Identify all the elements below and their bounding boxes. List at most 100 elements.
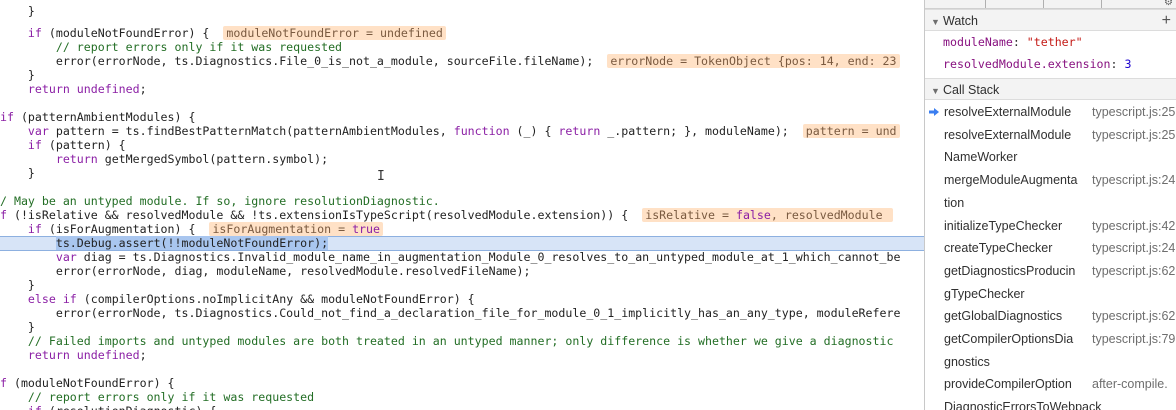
gear-icon[interactable]: ⚙: [1164, 0, 1173, 8]
code-token: if: [28, 404, 42, 410]
code-line[interactable]: return getMergedSymbol(pattern.symbol);: [0, 152, 328, 166]
code-token: return: [55, 152, 98, 166]
code-token: function: [453, 124, 510, 138]
watch-expression[interactable]: resolvedModule.extension: 3: [943, 54, 1131, 74]
expand-triangle-icon: ▼: [931, 17, 940, 27]
call-stack-frame[interactable]: gnostics: [925, 351, 1176, 373]
code-line[interactable]: error(errorNode, ts.Diagnostics.Could_no…: [0, 306, 901, 320]
code-line[interactable]: f (!isRelative && resolvedModule && !ts.…: [0, 208, 893, 222]
code-token: diag = ts.Diagnostics.Invalid_module_nam…: [76, 250, 901, 264]
call-stack-frame[interactable]: provideCompilerOption after-compile.: [925, 373, 1176, 395]
frame-function-name: tion: [944, 195, 965, 210]
frame-function-name: getCompilerOptionsDia: [944, 332, 1074, 346]
call-stack-frame[interactable]: gTypeChecker: [925, 283, 1176, 305]
code-line[interactable]: // Failed imports and untyped modules ar…: [0, 334, 894, 348]
code-token: var: [27, 124, 49, 138]
call-stack-frame[interactable]: initializeTypeChecker typescript.js:42: [925, 215, 1176, 237]
code-line[interactable]: }: [0, 68, 35, 82]
code-editor[interactable]: } if (moduleNotFoundError) { moduleNotFou…: [0, 0, 924, 410]
code-token: // report errors only if it was requeste…: [27, 390, 315, 404]
code-token: (_) {: [509, 124, 559, 138]
frame-location: after-compile.: [1092, 377, 1168, 392]
code-line[interactable]: f (moduleNotFoundError) {: [0, 376, 175, 390]
inline-value-text: isRelative =: [645, 208, 736, 222]
inline-value-text: true: [352, 222, 380, 236]
code-token: if: [27, 26, 42, 40]
code-token: f: [0, 208, 7, 222]
code-token: _.pattern; }, moduleName);: [600, 124, 789, 138]
code-line[interactable]: }: [0, 320, 35, 334]
code-line[interactable]: // report errors only if it was requeste…: [0, 40, 342, 54]
code-line[interactable]: if (isForAugmentation) {isForAugmentatio…: [0, 222, 383, 236]
code-line[interactable]: var pattern = ts.findBestPatternMatch(pa…: [0, 124, 900, 138]
code-line[interactable]: // report errors only if it was requeste…: [0, 390, 314, 404]
current-code-line[interactable]: ts.Debug.assert(!!moduleNotFoundError);: [0, 236, 924, 251]
call-stack-section-header[interactable]: ▼ Call Stack: [925, 78, 1176, 100]
code-line[interactable]: else if (compilerOptions.noImplicitAny &…: [0, 292, 475, 306]
code-token: ;: [139, 82, 147, 96]
code-line[interactable]: error(errorNode, diag, moduleName, resol…: [0, 264, 531, 278]
code-line[interactable]: }: [0, 166, 35, 180]
inline-value-annotation: isRelative = false, resolvedModule: [642, 208, 893, 222]
text-cursor-icon: I: [377, 169, 385, 184]
code-token: undefined: [76, 82, 140, 96]
code-line[interactable]: }: [0, 4, 35, 18]
code-token: pattern = ts.findBestPatternMatch(patter…: [48, 124, 454, 138]
inline-value-annotation: isForAugmentation = true: [209, 222, 383, 236]
code-token: f: [0, 376, 7, 390]
code-token: }: [0, 68, 35, 82]
watch-sep: :: [1012, 35, 1027, 49]
frame-function-name: gTypeChecker: [944, 286, 1025, 301]
call-stack-frame[interactable]: getDiagnosticsProducin typescript.js:62: [925, 260, 1176, 282]
code-token: // Failed imports and untyped modules ar…: [27, 334, 894, 348]
code-token: }: [0, 278, 35, 292]
watch-sep: :: [1110, 57, 1125, 71]
code-token: error(errorNode, ts.Diagnostics.File_0_i…: [0, 54, 594, 68]
frame-function-name: getDiagnosticsProducin: [944, 263, 1076, 278]
code-token: }: [0, 4, 35, 18]
code-token: (moduleNotFoundError) {: [6, 376, 175, 390]
call-stack-frame[interactable]: mergeModuleAugmenta typescript.js:24: [925, 169, 1176, 191]
call-stack-frame[interactable]: getGlobalDiagnostics typescript.js:62: [925, 305, 1176, 327]
frame-location: typescript.js:62: [1092, 263, 1176, 278]
inline-value-text: errorNode = TokenObject {pos: 14, end: 2…: [610, 54, 897, 68]
code-line[interactable]: if (resolutionDiagnostic) {: [0, 404, 216, 410]
code-line[interactable]: if (pattern) {: [0, 138, 126, 152]
watch-expression[interactable]: moduleName: "tether": [943, 32, 1083, 52]
code-line[interactable]: if (patternAmbientModules) {: [0, 110, 195, 124]
call-stack-frame[interactable]: createTypeChecker typescript.js:24: [925, 237, 1176, 259]
watch-section-header[interactable]: ▼ Watch +: [925, 9, 1176, 31]
code-line[interactable]: var diag = ts.Diagnostics.Invalid_module…: [0, 250, 901, 264]
inline-value-text: pattern = und: [805, 124, 897, 138]
inline-value-annotation: pattern = und: [802, 124, 900, 138]
code-line[interactable]: error(errorNode, ts.Diagnostics.File_0_i…: [0, 54, 900, 68]
call-stack-frame[interactable]: resolveExternalModule typescript.js:25: [925, 101, 1176, 123]
inline-value-text: moduleNotFoundError = undefined: [226, 26, 443, 40]
code-line[interactable]: }: [0, 278, 35, 292]
code-line[interactable]: / May be an untyped module. If so, ignor…: [0, 194, 440, 208]
code-token: error(errorNode, ts.Diagnostics.Could_no…: [0, 306, 901, 320]
call-stack-frame[interactable]: DiagnosticErrorsToWebpack: [925, 396, 1176, 410]
code-line[interactable]: return undefined;: [0, 348, 147, 362]
call-stack-frame[interactable]: resolveExternalModule typescript.js:25: [925, 124, 1176, 146]
call-stack-frame[interactable]: NameWorker: [925, 146, 1176, 168]
code-line[interactable]: if (moduleNotFoundError) { moduleNotFound…: [0, 26, 446, 40]
frame-function-name: DiagnosticErrorsToWebpack: [944, 400, 1102, 410]
code-token: (patternAmbientModules) {: [13, 110, 196, 124]
add-watch-icon[interactable]: +: [1162, 10, 1171, 32]
call-stack-frame[interactable]: getCompilerOptionsDia typescript.js:79: [925, 328, 1176, 350]
inline-value-annotation: errorNode = TokenObject {pos: 14, end: 2…: [607, 54, 900, 68]
frame-function-name: provideCompilerOption: [944, 377, 1072, 392]
watch-name: moduleName: [943, 35, 1013, 49]
code-token: (moduleNotFoundError) {: [41, 26, 210, 40]
call-stack-frame[interactable]: tion: [925, 192, 1176, 214]
code-line[interactable]: return undefined;: [0, 82, 147, 96]
